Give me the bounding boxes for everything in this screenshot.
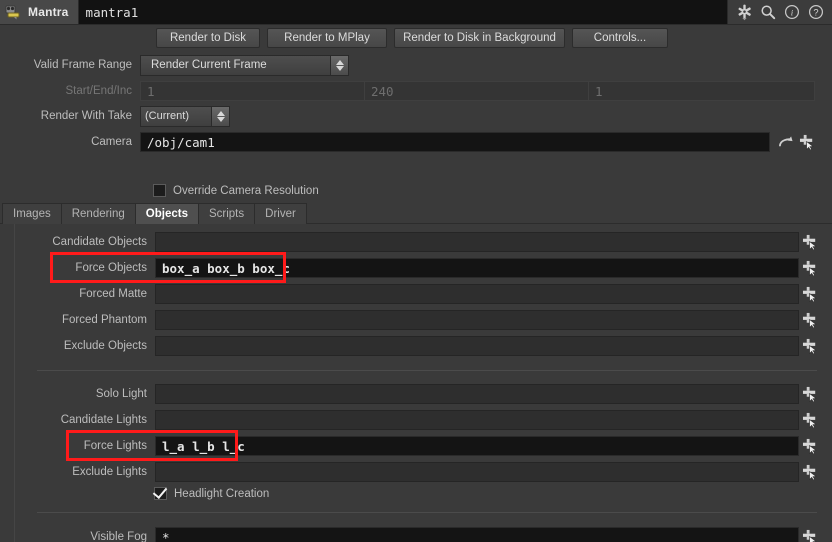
operator-chooser-icon[interactable]	[799, 336, 821, 356]
candidate-lights-label: Candidate Lights	[60, 414, 147, 426]
exclude-lights-label: Exclude Lights	[72, 466, 147, 478]
force-lights-input[interactable]: l_a l_b l_c	[155, 436, 799, 456]
start-end-inc-row: Start/End/Inc 1 240 1	[0, 80, 815, 102]
node-path-input[interactable]: mantra1	[77, 0, 728, 24]
chevron-updown-icon[interactable]	[330, 55, 348, 75]
forced-phantom-label: Forced Phantom	[61, 314, 147, 326]
valid-frame-range-menu[interactable]: Render Current Frame	[140, 54, 349, 76]
exclude-objects-row: Exclude Objects	[15, 335, 821, 357]
jump-to-node-icon[interactable]	[774, 132, 796, 152]
gear-icon[interactable]	[733, 1, 755, 23]
camera-path-input[interactable]: /obj/cam1	[140, 132, 770, 152]
info-icon[interactable]: i	[781, 1, 803, 23]
exclude-lights-input[interactable]	[155, 462, 799, 482]
visible-fog-label: Visible Fog	[90, 531, 147, 542]
operator-chooser-icon[interactable]	[799, 462, 821, 482]
candidate-objects-row: Candidate Objects	[15, 231, 821, 253]
frame-end-input[interactable]: 240	[364, 81, 589, 101]
frame-start-input[interactable]: 1	[140, 81, 365, 101]
force-objects-label: Force Objects	[75, 262, 147, 274]
tab-scripts[interactable]: Scripts	[197, 203, 256, 224]
render-with-take-menu[interactable]: (Current)	[140, 105, 230, 127]
override-camera-resolution-checkbox[interactable]	[153, 184, 166, 197]
operator-chooser-icon[interactable]	[799, 258, 821, 278]
forced-matte-row: Forced Matte	[15, 283, 821, 305]
candidate-objects-input[interactable]	[155, 232, 799, 252]
solo-light-row: Solo Light	[15, 383, 821, 405]
titlebar-icon-group: i ?	[728, 0, 832, 24]
render-with-take-value: (Current)	[145, 110, 190, 122]
visible-fog-row: Visible Fog *	[15, 526, 821, 542]
valid-frame-range-value: Render Current Frame	[151, 59, 267, 71]
operator-chooser-icon[interactable]	[799, 410, 821, 430]
candidate-lights-input[interactable]	[155, 410, 799, 430]
search-icon[interactable]	[757, 1, 779, 23]
operator-chooser-icon[interactable]	[799, 232, 821, 252]
objects-lights-separator	[37, 370, 817, 371]
solo-light-input[interactable]	[155, 384, 799, 404]
operator-chooser-icon[interactable]	[796, 132, 818, 152]
forced-matte-label: Forced Matte	[79, 288, 147, 300]
force-lights-label: Force Lights	[83, 440, 147, 452]
lights-fog-separator	[37, 512, 817, 513]
svg-text:i: i	[791, 8, 794, 18]
valid-frame-range-label: Valid Frame Range	[33, 59, 132, 71]
operator-chooser-icon[interactable]	[799, 384, 821, 404]
force-objects-input[interactable]: box_a box_b box_c	[155, 258, 799, 278]
tab-objects[interactable]: Objects	[134, 203, 199, 224]
parameter-pane: Render to Disk Render to MPlay Render to…	[0, 25, 832, 542]
operator-chooser-icon[interactable]	[799, 284, 821, 304]
force-lights-row: Force Lights l_a l_b l_c	[15, 435, 821, 457]
chevron-updown-icon[interactable]	[211, 106, 229, 126]
candidate-lights-row: Candidate Lights	[15, 409, 821, 431]
tab-driver[interactable]: Driver	[254, 203, 307, 224]
forced-phantom-row: Forced Phantom	[15, 309, 821, 331]
render-to-disk-background-button[interactable]: Render to Disk in Background	[394, 28, 565, 48]
operator-chooser-icon[interactable]	[799, 527, 821, 542]
forced-phantom-input[interactable]	[155, 310, 799, 330]
force-objects-row: Force Objects box_a box_b box_c	[15, 257, 821, 279]
tab-bar: Images Rendering Objects Scripts Driver	[2, 203, 307, 224]
frame-inc-input[interactable]: 1	[588, 81, 815, 101]
tab-rendering[interactable]: Rendering	[60, 203, 136, 224]
headlight-creation-label: Headlight Creation	[174, 487, 270, 500]
render-to-mplay-button[interactable]: Render to MPlay	[267, 28, 387, 48]
operator-chooser-icon[interactable]	[799, 436, 821, 456]
mantra-node-icon	[0, 0, 26, 24]
render-button-row: Render to Disk Render to MPlay Render to…	[156, 28, 668, 48]
svg-text:?: ?	[813, 8, 818, 18]
operator-chooser-icon[interactable]	[799, 310, 821, 330]
visible-fog-input[interactable]: *	[155, 527, 799, 542]
candidate-objects-label: Candidate Objects	[52, 236, 147, 248]
headlight-creation-checkbox[interactable]	[154, 487, 167, 500]
render-to-disk-button[interactable]: Render to Disk	[156, 28, 260, 48]
start-end-inc-label: Start/End/Inc	[65, 85, 132, 97]
render-with-take-row: Render With Take (Current)	[0, 105, 230, 127]
render-with-take-label: Render With Take	[40, 110, 132, 122]
headlight-creation-row[interactable]: Headlight Creation	[154, 487, 269, 500]
camera-row: Camera /obj/cam1	[0, 131, 818, 153]
override-camera-resolution-label: Override Camera Resolution	[173, 184, 319, 197]
tab-images[interactable]: Images	[2, 203, 62, 224]
exclude-objects-label: Exclude Objects	[63, 340, 147, 352]
help-icon[interactable]: ?	[805, 1, 827, 23]
exclude-objects-input[interactable]	[155, 336, 799, 356]
objects-tab-panel: Candidate Objects Force Objects box_a bo…	[14, 224, 832, 542]
controls-button[interactable]: Controls...	[572, 28, 668, 48]
forced-matte-input[interactable]	[155, 284, 799, 304]
exclude-lights-row: Exclude Lights	[15, 461, 821, 483]
valid-frame-range-row: Valid Frame Range Render Current Frame	[0, 54, 349, 76]
node-type-label: Mantra	[26, 0, 78, 24]
override-camera-resolution-row[interactable]: Override Camera Resolution	[153, 184, 319, 197]
solo-light-label: Solo Light	[95, 388, 147, 400]
camera-label: Camera	[91, 136, 132, 148]
node-titlebar: Mantra mantra1 i ?	[0, 0, 832, 25]
